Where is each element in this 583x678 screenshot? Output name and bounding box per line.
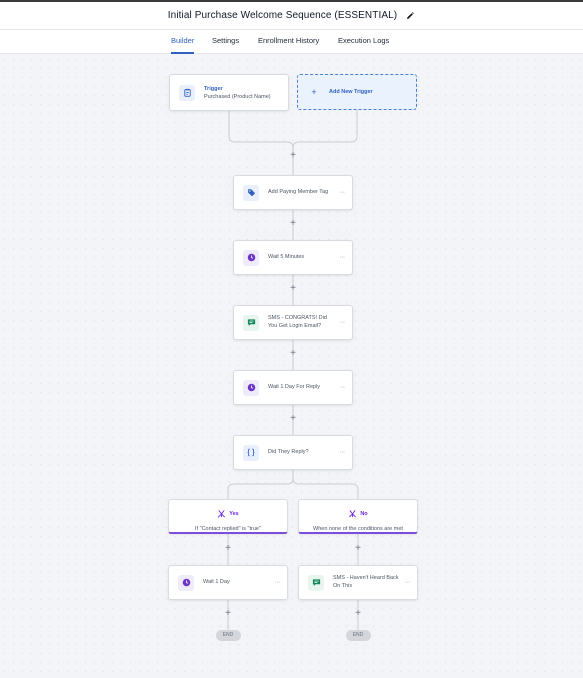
tag-icon [243, 184, 259, 201]
add-step-button[interactable]: + [288, 151, 298, 161]
more-options-icon[interactable]: ··· [271, 579, 283, 586]
sms-icon [243, 314, 259, 331]
end-node: END [215, 630, 241, 641]
tab-settings[interactable]: Settings [212, 30, 239, 54]
action-label: SMS - CONGRATS! Did You Get Login Email? [268, 315, 327, 329]
workflow-canvas[interactable] [0, 55, 583, 678]
tab-builder[interactable]: Builder [171, 30, 195, 54]
trigger-title: Trigger [204, 85, 223, 92]
more-options-icon[interactable]: ··· [336, 254, 348, 261]
end-node: END [345, 630, 371, 641]
add-step-button[interactable]: + [353, 609, 363, 619]
add-step-button[interactable]: + [288, 414, 298, 424]
action-card-sms[interactable]: SMS - CONGRATS! Did You Get Login Email?… [233, 305, 353, 340]
clipboard-icon [179, 84, 195, 101]
branch-description: When none of the conditions are met [313, 526, 403, 532]
more-options-icon[interactable]: ··· [336, 384, 348, 391]
condition-braces-icon [243, 444, 259, 461]
action-card-wait[interactable]: Wait 1 Day ··· [168, 565, 288, 600]
branch-yes[interactable]: Yes If "Contact replied" is "true" [168, 499, 288, 534]
add-step-button[interactable]: + [288, 349, 298, 359]
action-label: Wait 5 Minutes [268, 253, 305, 260]
workflow-title: Initial Purchase Welcome Sequence (ESSEN… [167, 10, 398, 21]
action-label: SMS - Haven't Heard Back On This [333, 575, 399, 589]
branch-split-icon [348, 505, 357, 523]
action-card-sms[interactable]: SMS - Haven't Heard Back On This ··· [298, 565, 418, 600]
add-step-button[interactable]: + [223, 609, 233, 619]
action-label: Wait 1 Day [203, 578, 230, 585]
workflow-header: Initial Purchase Welcome Sequence (ESSEN… [0, 2, 583, 30]
tab-enrollment-history[interactable]: Enrollment History [258, 30, 319, 54]
action-label: Wait 1 Day For Reply [268, 383, 321, 390]
clock-icon [178, 574, 194, 591]
add-step-button[interactable]: + [353, 544, 363, 554]
trigger-card[interactable]: Trigger Purchased (Product Name) [169, 74, 289, 111]
branch-name: No [360, 511, 368, 517]
clock-icon [243, 379, 259, 396]
branch-split-icon [217, 505, 226, 523]
more-options-icon[interactable]: ··· [336, 189, 348, 196]
condition-card[interactable]: Did They Reply? ··· [233, 435, 353, 470]
add-new-trigger-button[interactable]: + Add New Trigger [297, 74, 417, 110]
add-step-button[interactable]: + [223, 544, 233, 554]
branch-no[interactable]: No When none of the conditions are met [298, 499, 418, 534]
trigger-subtitle: Purchased (Product Name) [204, 93, 271, 100]
edit-pencil-icon[interactable] [405, 11, 415, 21]
more-options-icon[interactable]: ··· [336, 319, 348, 326]
branch-name: Yes [229, 511, 239, 517]
action-label: Did They Reply? [268, 448, 309, 455]
action-card-wait[interactable]: Wait 1 Day For Reply ··· [233, 370, 353, 405]
branch-description: If "Contact replied" is "true" [195, 526, 261, 532]
more-options-icon[interactable]: ··· [336, 449, 348, 456]
action-label: Add Paying Member Tag [268, 188, 329, 195]
sms-icon [308, 574, 324, 591]
add-step-button[interactable]: + [288, 284, 298, 294]
clock-icon [243, 249, 259, 266]
add-new-trigger-label: Add New Trigger [329, 89, 373, 95]
tab-execution-logs[interactable]: Execution Logs [338, 30, 389, 54]
plus-icon: + [311, 87, 317, 97]
tab-bar: Builder Settings Enrollment History Exec… [0, 30, 583, 54]
add-step-button[interactable]: + [288, 219, 298, 229]
action-card-wait[interactable]: Wait 5 Minutes ··· [233, 240, 353, 275]
more-options-icon[interactable]: ··· [401, 579, 413, 586]
action-card-add-tag[interactable]: Add Paying Member Tag ··· [233, 175, 353, 210]
